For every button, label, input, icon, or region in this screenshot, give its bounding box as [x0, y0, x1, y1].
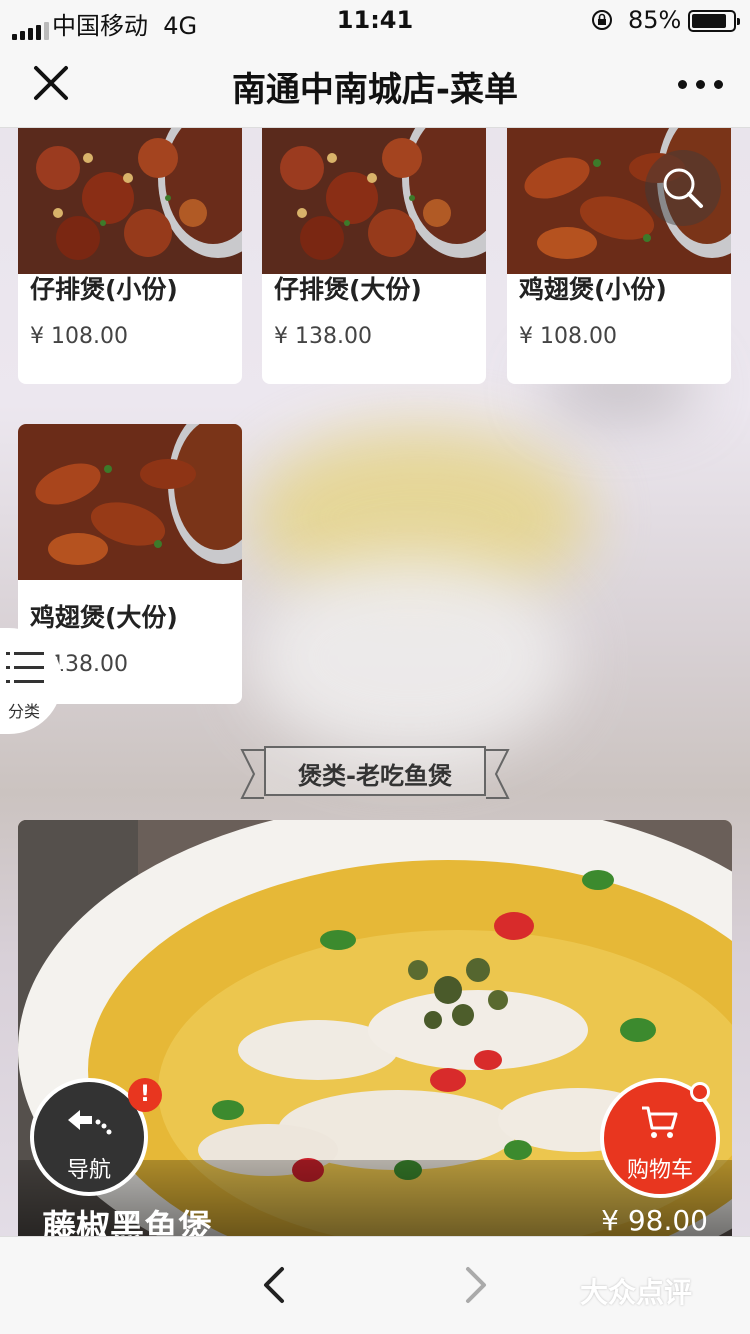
featured-item-price: ¥ 98.00 [601, 1204, 708, 1236]
menu-item-price: ¥ 108.00 [30, 324, 128, 349]
dish-photo [18, 424, 242, 580]
section-title: 煲类-老吃鱼煲 [298, 762, 452, 790]
direction-icon [68, 1110, 112, 1135]
navigation-button[interactable]: 导航 ! [30, 1078, 162, 1196]
menu-item-card[interactable]: 仔排煲(大份) ¥ 138.00 [262, 128, 486, 384]
menu-item-name: 仔排煲(小份) [30, 275, 178, 304]
back-arrow-icon[interactable] [254, 1263, 298, 1307]
menu-item-price: ¥ 108.00 [519, 324, 617, 349]
cart-button[interactable]: 购物车 [600, 1078, 720, 1198]
menu-item-name: 鸡翅煲(小份) [519, 275, 667, 304]
watermark: 大众点评 [580, 1276, 693, 1309]
menu-item-name: 鸡翅煲(大份) [30, 603, 178, 632]
dish-photo [18, 128, 242, 274]
rotation-lock-icon [592, 10, 612, 30]
battery-icon [688, 10, 740, 32]
category-label: 分类 [8, 702, 41, 721]
page-title: 南通中南城店-菜单 [231, 70, 519, 110]
browser-toolbar: 大众点评 [0, 1236, 750, 1334]
dish-photo [262, 128, 486, 274]
menu-item-card[interactable]: 鸡翅煲(小份) ¥ 108.00 [507, 128, 731, 384]
more-icon[interactable] [670, 62, 730, 102]
zoom-icon[interactable] [643, 148, 723, 228]
alert-badge: ! [128, 1078, 162, 1112]
cart-dot-badge [690, 1082, 710, 1102]
menu-item-price: ¥ 138.00 [274, 324, 372, 349]
featured-item-name: 藤椒黑鱼煲 [42, 1208, 212, 1236]
cart-icon [642, 1106, 678, 1138]
status-bar: 中国移动 4G 11:41 85% [0, 0, 750, 40]
navigation-bar: 南通中南城店-菜单 [0, 40, 750, 128]
battery-percent: 85% [628, 6, 682, 34]
menu-item-name: 仔排煲(大份) [274, 275, 422, 304]
section-header: 煲类-老吃鱼煲 [240, 742, 510, 802]
navigation-label: 导航 [66, 1158, 111, 1183]
cart-label: 购物车 [626, 1158, 693, 1183]
menu-item-card[interactable]: 仔排煲(小份) ¥ 108.00 [18, 128, 242, 384]
list-icon [6, 652, 44, 683]
forward-arrow-icon[interactable] [452, 1263, 496, 1307]
menu-content: 仔排煲(小份) ¥ 108.00 仔排煲(大份) ¥ 138.00 鸡翅煲(小份… [0, 128, 750, 1236]
